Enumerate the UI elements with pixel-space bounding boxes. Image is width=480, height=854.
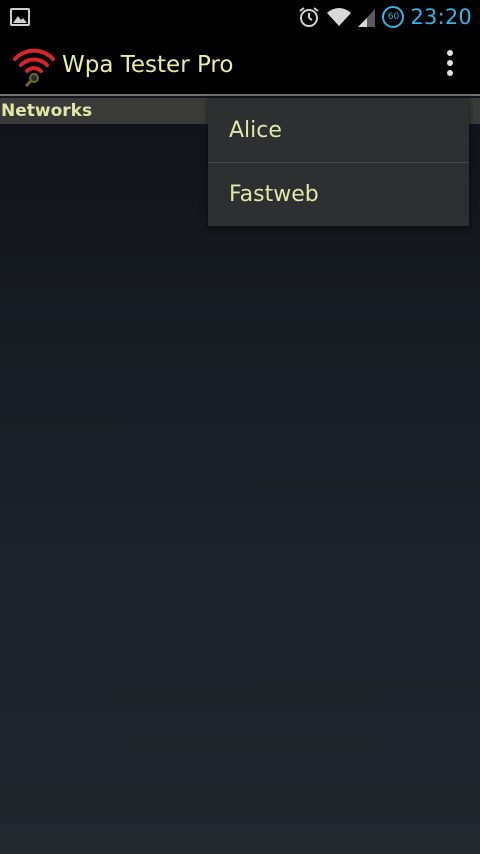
section-title: Networks [1, 101, 93, 121]
app-title: Wpa Tester Pro [62, 52, 234, 78]
app-logo-icon [13, 48, 55, 87]
alarm-icon [299, 7, 320, 27]
action-bar-divider [0, 94, 480, 96]
menu-item-fastweb[interactable]: Fastweb [208, 162, 469, 226]
battery-icon: 60 [382, 6, 405, 28]
status-icons: 60 23:20 [298, 0, 472, 34]
battery-level: 60 [387, 12, 400, 22]
menu-item-alice[interactable]: Alice [208, 98, 469, 162]
overflow-dropdown-menu: Alice Fastweb [208, 98, 469, 226]
action-bar: Wpa Tester Pro [0, 34, 480, 96]
wifi-icon [327, 8, 352, 26]
signal-icon [358, 9, 376, 27]
status-bar: 60 23:20 [0, 0, 480, 34]
gallery-icon [10, 8, 30, 26]
overflow-menu-icon[interactable] [442, 50, 458, 80]
status-time: 23:20 [410, 5, 472, 29]
